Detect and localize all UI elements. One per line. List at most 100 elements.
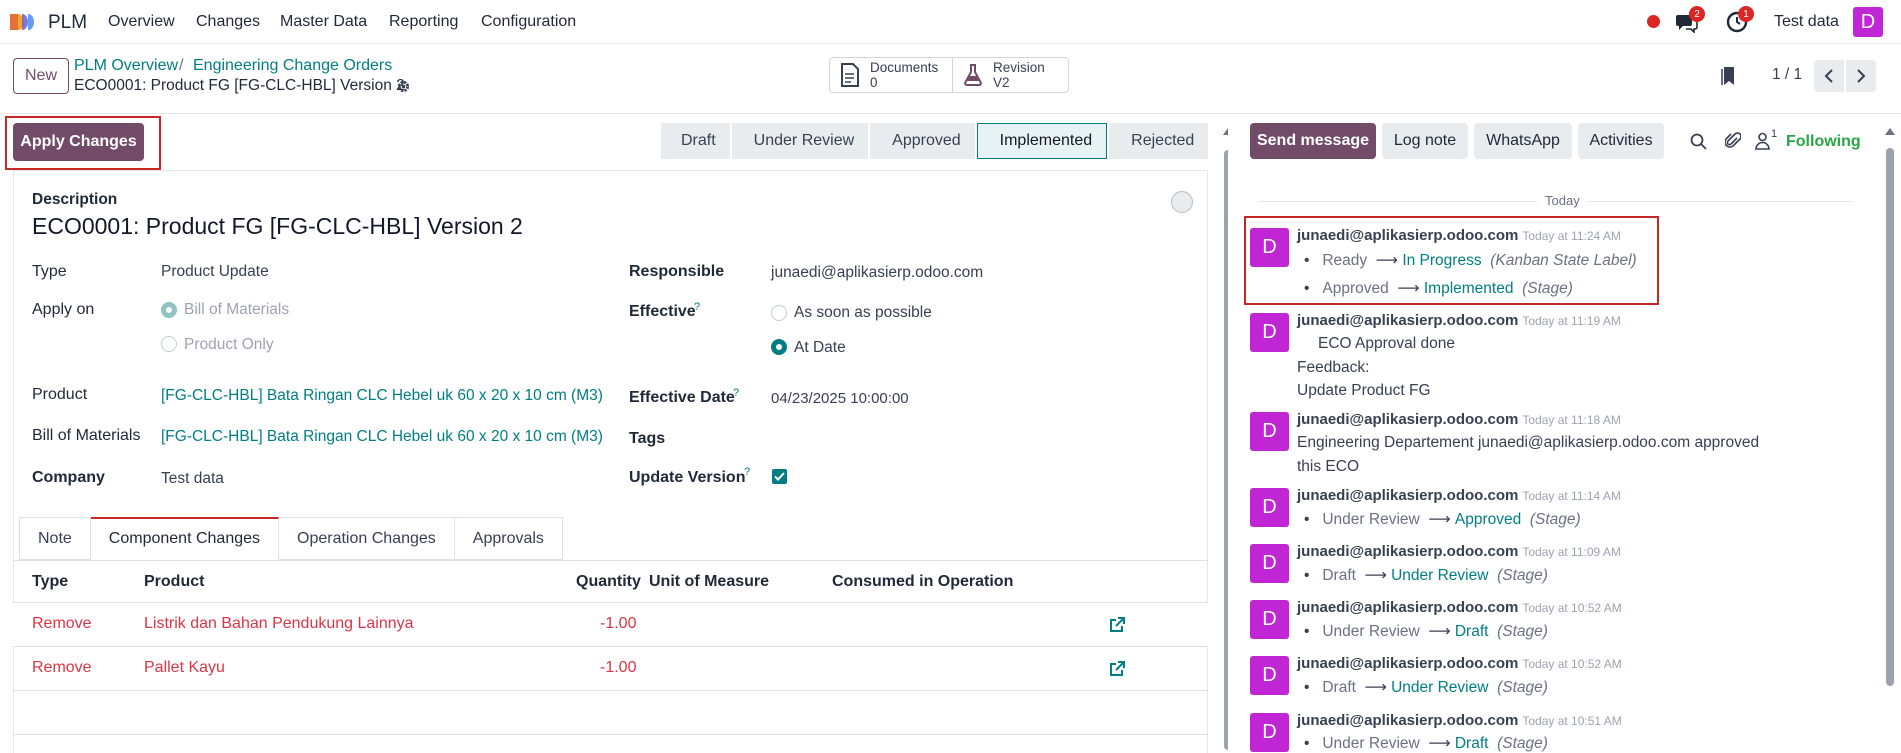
app-name[interactable]: PLM xyxy=(48,12,87,34)
avatar[interactable]: D xyxy=(1250,600,1289,639)
menu-changes[interactable]: Changes xyxy=(196,13,260,31)
message-author[interactable]: junaedi@aplikasierp.odoo.com Today at 11:… xyxy=(1297,312,1621,329)
avatar[interactable]: D xyxy=(1250,544,1289,583)
col-product[interactable]: Product xyxy=(144,573,204,591)
pager-next-button[interactable] xyxy=(1846,60,1876,92)
record-status-dot-icon[interactable] xyxy=(1647,15,1660,28)
stage-rejected[interactable]: Rejected xyxy=(1109,123,1209,159)
activities-button[interactable]: Activities xyxy=(1578,123,1664,159)
followers-icon[interactable] xyxy=(1755,132,1770,150)
chatter-scrollbar-thumb[interactable] xyxy=(1886,148,1894,686)
update-version-checkbox[interactable] xyxy=(772,469,787,484)
message-author[interactable]: junaedi@aplikasierp.odoo.com Today at 10:… xyxy=(1297,712,1622,729)
tracking-value: • Draft ⟶ Under Review (Stage) xyxy=(1304,679,1548,696)
breadcrumb-separator: / xyxy=(179,57,184,74)
bookmark-icon[interactable] xyxy=(1721,66,1737,86)
message-time: Today at 11:09 AM xyxy=(1522,545,1621,559)
message-time: Today at 10:52 AM xyxy=(1522,657,1622,671)
menu-overview[interactable]: Overview xyxy=(108,13,175,31)
following-button[interactable]: Following xyxy=(1786,133,1861,151)
avatar[interactable]: D xyxy=(1250,412,1289,451)
tags-field[interactable] xyxy=(771,425,1191,451)
update-version-label: Update Version xyxy=(629,469,746,486)
activities-button[interactable]: 1 xyxy=(1726,6,1754,33)
new-button[interactable]: New xyxy=(13,58,69,94)
company-switcher[interactable]: Test data xyxy=(1774,13,1839,31)
external-link-icon[interactable] xyxy=(1109,617,1125,633)
responsible-field[interactable]: junaedi@aplikasierp.odoo.com xyxy=(771,264,983,282)
send-message-button[interactable]: Send message xyxy=(1250,123,1376,159)
product-field[interactable]: [FG-CLC-HBL] Bata Ringan CLC Hebel uk 60… xyxy=(161,387,603,405)
message-author[interactable]: junaedi@aplikasierp.odoo.com Today at 11:… xyxy=(1297,543,1621,560)
tab-component-changes[interactable]: Component Changes xyxy=(90,517,280,560)
avatar[interactable]: D xyxy=(1250,713,1289,752)
col-unit-of-measure[interactable]: Unit of Measure xyxy=(649,573,769,591)
search-icon[interactable] xyxy=(1690,133,1707,150)
apply-on-bom-radio[interactable] xyxy=(161,302,177,318)
effective-asap-radio[interactable] xyxy=(771,305,787,321)
user-avatar[interactable]: D xyxy=(1853,7,1883,37)
menu-reporting[interactable]: Reporting xyxy=(389,13,458,31)
menu-master-data[interactable]: Master Data xyxy=(280,13,367,31)
tab-approvals[interactable]: Approvals xyxy=(454,517,563,560)
message-time: Today at 11:18 AM xyxy=(1522,413,1621,427)
type-field[interactable]: Product Update xyxy=(161,263,269,281)
message-author[interactable]: junaedi@aplikasierp.odoo.com Today at 10:… xyxy=(1297,655,1622,672)
row-quantity: -1.00 xyxy=(600,659,637,676)
pager-previous-button[interactable] xyxy=(1814,60,1844,92)
avatar[interactable]: D xyxy=(1250,228,1289,267)
message-author[interactable]: junaedi@aplikasierp.odoo.com Today at 11:… xyxy=(1297,411,1621,428)
message-time: Today at 11:24 AM xyxy=(1522,229,1621,243)
breadcrumb-engineering-change-orders[interactable]: Engineering Change Orders xyxy=(193,57,392,75)
stage-approved[interactable]: Approved xyxy=(870,123,975,159)
apply-on-product-radio[interactable] xyxy=(161,336,177,352)
flask-icon xyxy=(963,64,982,86)
table-row[interactable]: Remove Listrik dan Bahan Pendukung Lainn… xyxy=(13,603,1208,647)
tab-operation-changes[interactable]: Operation Changes xyxy=(279,517,455,560)
message-author[interactable]: junaedi@aplikasierp.odoo.com Today at 11:… xyxy=(1297,227,1621,244)
bom-field[interactable]: [FG-CLC-HBL] Bata Ringan CLC Hebel uk 60… xyxy=(161,428,603,446)
message-time: Today at 11:19 AM xyxy=(1522,314,1621,328)
revision-smart-button[interactable]: Revision V2 xyxy=(951,58,1068,92)
documents-smart-button[interactable]: Documents 0 xyxy=(830,58,952,92)
messaging-button[interactable]: 2 xyxy=(1675,6,1705,34)
apply-changes-button[interactable]: Apply Changes xyxy=(13,123,144,161)
table-row[interactable]: Remove Pallet Kayu -1.00 xyxy=(13,647,1208,691)
chatter-scroll-up-arrow-icon[interactable] xyxy=(1884,126,1896,136)
paperclip-icon[interactable] xyxy=(1725,131,1741,150)
col-quantity[interactable]: Quantity xyxy=(576,573,641,591)
tab-note[interactable]: Note xyxy=(19,517,91,560)
description-field[interactable]: ECO0001: Product FG [FG-CLC-HBL] Version… xyxy=(32,213,523,240)
avatar[interactable]: D xyxy=(1250,656,1289,695)
plm-app-logo-icon[interactable] xyxy=(8,11,42,33)
top-navbar: PLM Overview Changes Master Data Reporti… xyxy=(0,0,1901,44)
avatar[interactable]: D xyxy=(1250,488,1289,527)
col-type[interactable]: Type xyxy=(32,573,68,591)
avatar[interactable]: D xyxy=(1250,313,1289,352)
message-author[interactable]: junaedi@aplikasierp.odoo.com Today at 10:… xyxy=(1297,599,1622,616)
effective-date-help-icon[interactable]: ? xyxy=(733,387,739,399)
log-note-button[interactable]: Log note xyxy=(1382,123,1468,159)
message-body-line: Update Product FG xyxy=(1297,382,1431,399)
stage-under-review[interactable]: Under Review xyxy=(731,123,869,159)
company-field[interactable]: Test data xyxy=(161,470,224,488)
gear-icon[interactable] xyxy=(396,79,411,94)
documents-label: Documents xyxy=(870,60,939,75)
col-consumed-in-operation[interactable]: Consumed in Operation xyxy=(832,573,1013,591)
menu-configuration[interactable]: Configuration xyxy=(481,13,576,31)
message-author[interactable]: junaedi@aplikasierp.odoo.com Today at 11:… xyxy=(1297,487,1621,504)
whatsapp-button[interactable]: WhatsApp xyxy=(1474,123,1572,159)
stage-implemented[interactable]: Implemented xyxy=(976,123,1108,159)
external-link-icon[interactable] xyxy=(1109,661,1125,677)
followers-count: 1 xyxy=(1771,128,1778,140)
effective-at-date-radio[interactable] xyxy=(771,339,787,355)
message-body-line: this ECO xyxy=(1297,458,1360,475)
stage-draft[interactable]: Draft xyxy=(661,123,730,159)
effective-date-field[interactable]: 04/23/2025 10:00:00 xyxy=(771,390,909,407)
pager-value[interactable]: 1 / 1 xyxy=(1772,66,1802,84)
breadcrumb-plm-overview[interactable]: PLM Overview xyxy=(74,57,178,75)
kanban-state-indicator[interactable] xyxy=(1171,191,1193,213)
update-version-help-icon[interactable]: ? xyxy=(744,466,750,478)
message-body-line: ECO Approval done xyxy=(1318,335,1456,352)
effective-help-icon[interactable]: ? xyxy=(694,301,700,313)
